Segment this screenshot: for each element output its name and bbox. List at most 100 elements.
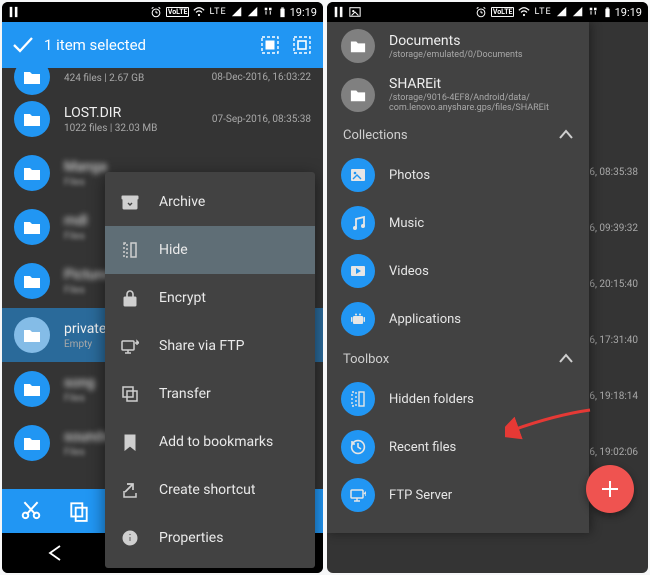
folder-meta: 1022 files | 32.03 MB — [64, 123, 198, 134]
data-icon — [263, 6, 275, 18]
invert-selection-icon[interactable] — [291, 34, 313, 56]
context-menu-label: Hide — [159, 242, 188, 258]
data-icon — [588, 6, 600, 18]
hide-icon — [121, 241, 139, 259]
folder-icon — [14, 425, 50, 461]
pause-icon — [8, 6, 20, 18]
battery-icon — [279, 7, 286, 18]
section-label: Toolbox — [343, 352, 389, 367]
folder-row[interactable]: 424 files | 2.67 GB 08-Dec-2016, 16:03:2… — [2, 68, 323, 92]
folder-icon — [14, 101, 50, 137]
context-menu-item[interactable]: Hide — [105, 226, 315, 274]
battery-icon — [604, 7, 611, 18]
context-menu: Archive Hide Encrypt Share via FTP Trans… — [105, 172, 315, 568]
storage-path: /storage/emulated/0/Documents — [389, 50, 523, 60]
context-menu-item[interactable]: Transfer — [105, 370, 315, 418]
hidden-icon — [341, 382, 375, 416]
drawer-item-label: Photos — [389, 168, 430, 183]
photo-icon — [341, 158, 375, 192]
nav-back-icon[interactable] — [47, 544, 65, 562]
chevron-up-icon — [557, 126, 575, 144]
context-menu-item[interactable]: Archive — [105, 178, 315, 226]
context-menu-item[interactable]: Add to bookmarks — [105, 418, 315, 466]
context-menu-label: Add to bookmarks — [159, 434, 273, 450]
drawer-item-label: Applications — [389, 312, 461, 327]
drawer-section-header[interactable]: Toolbox — [327, 343, 589, 375]
confirm-check-icon[interactable] — [12, 34, 34, 56]
folder-icon — [14, 68, 50, 95]
folder-name: LOST.DIR — [64, 105, 198, 121]
recent-icon — [341, 430, 375, 464]
folder-icon — [341, 78, 375, 112]
drawer-collection-item[interactable]: Music — [327, 199, 589, 247]
drawer-storage-item[interactable]: Documents /storage/emulated/0/Documents — [327, 22, 589, 70]
pause-icon — [333, 6, 345, 18]
folder-meta: 424 files | 2.67 GB — [64, 73, 198, 84]
drawer-toolbox-item[interactable]: Recent files — [327, 423, 589, 471]
drawer-section-header[interactable]: Collections — [327, 119, 589, 151]
archive-icon — [121, 193, 139, 211]
music-icon — [341, 206, 375, 240]
drawer-item-label: Hidden folders — [389, 392, 474, 407]
clock-time: 19:19 — [290, 6, 317, 19]
signal-icon — [231, 6, 243, 18]
transfer-icon — [121, 385, 139, 403]
right-phone-screenshot: VoLTE LTE 19:19 16, 08:35:3816, 09:39:32… — [327, 2, 648, 573]
info-icon — [121, 529, 139, 547]
selection-title: 1 item selected — [44, 36, 249, 54]
plus-icon — [599, 478, 621, 500]
volte-indicator: VoLTE — [166, 7, 190, 17]
ftp-icon — [121, 337, 139, 355]
drawer-item-label: Videos — [389, 264, 429, 279]
section-label: Collections — [343, 128, 408, 143]
alarm-icon — [475, 6, 487, 18]
copy-icon[interactable] — [68, 500, 90, 522]
context-menu-item[interactable]: Share via FTP — [105, 322, 315, 370]
network-label: LTE — [534, 7, 551, 17]
context-menu-label: Properties — [159, 530, 223, 546]
context-menu-item[interactable]: Create shortcut — [105, 466, 315, 514]
context-menu-label: Share via FTP — [159, 338, 244, 354]
folder-icon — [14, 263, 50, 299]
cut-icon[interactable] — [20, 500, 42, 522]
signal-icon — [556, 6, 568, 18]
folder-icon — [341, 29, 375, 63]
context-menu-item[interactable]: Properties — [105, 514, 315, 562]
drawer-collection-item[interactable]: Applications — [327, 295, 589, 343]
drawer-item-label: FTP Server — [389, 488, 452, 503]
signal-icon — [572, 6, 584, 18]
fab-add-button[interactable] — [586, 465, 634, 513]
context-menu-label: Create shortcut — [159, 482, 255, 498]
video-icon — [341, 254, 375, 288]
ftpserver-icon — [341, 478, 375, 512]
drawer-storage-item[interactable]: SHAREit /storage/9016-4EF8/Android/data/… — [327, 70, 589, 119]
lock-icon — [121, 289, 139, 307]
folder-icon — [14, 209, 50, 245]
drawer-toolbox-item[interactable]: FTP Server — [327, 471, 589, 519]
storage-name: SHAREit — [389, 76, 549, 92]
status-bar: VoLTE LTE 19:19 — [327, 2, 648, 22]
chevron-up-icon — [557, 350, 575, 368]
android-icon — [341, 302, 375, 336]
navigation-drawer[interactable]: Documents /storage/emulated/0/Documents … — [327, 22, 589, 533]
folder-row[interactable]: LOST.DIR 1022 files | 32.03 MB 07-Sep-20… — [2, 92, 323, 146]
bookmark-icon — [121, 433, 139, 451]
image-notification-icon — [349, 6, 361, 18]
folder-icon — [14, 371, 50, 407]
drawer-toolbox-item[interactable]: Hidden folders — [327, 375, 589, 423]
folder-icon — [14, 317, 50, 353]
drawer-item-label: Recent files — [389, 440, 456, 455]
left-phone-screenshot: VoLTE LTE 19:19 1 item selected 424 file… — [2, 2, 323, 573]
context-menu-item[interactable]: Encrypt — [105, 274, 315, 322]
selection-action-bar: 1 item selected — [2, 22, 323, 68]
folder-date: 08-Dec-2016, 16:03:22 — [212, 72, 311, 83]
folder-date: 07-Sep-2016, 08:35:38 — [212, 114, 311, 125]
context-menu-label: Transfer — [159, 386, 211, 402]
context-menu-label: Archive — [159, 194, 205, 210]
wifi-icon — [193, 6, 205, 18]
storage-path: /storage/9016-4EF8/Android/data/com.leno… — [389, 93, 549, 113]
drawer-collection-item[interactable]: Videos — [327, 247, 589, 295]
drawer-collection-item[interactable]: Photos — [327, 151, 589, 199]
select-all-icon[interactable] — [259, 34, 281, 56]
shortcut-icon — [121, 481, 139, 499]
